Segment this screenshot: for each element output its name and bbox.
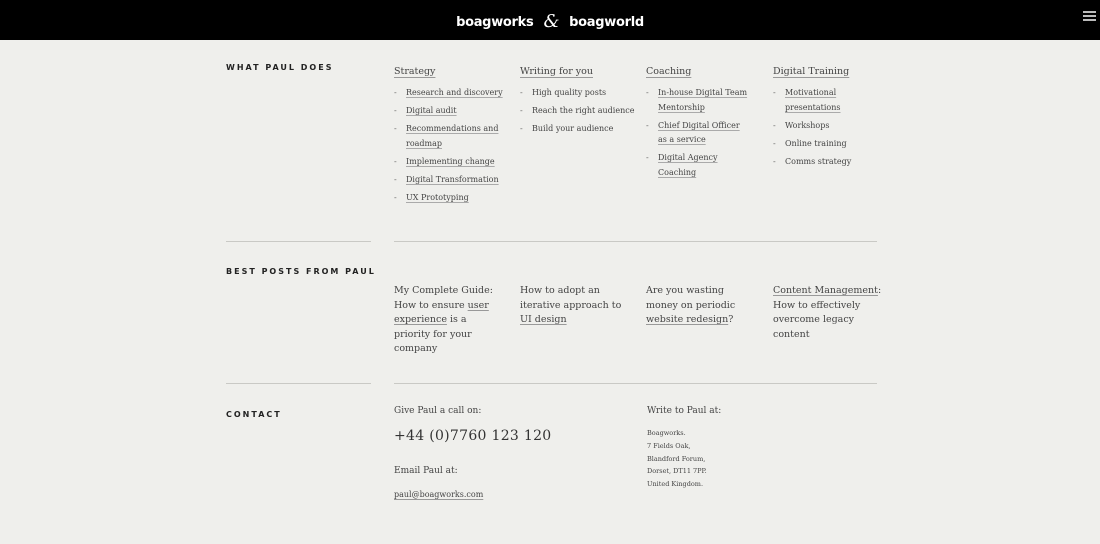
service-column-strategy: Strategy Research and discovery Digital … [394,59,514,209]
list-item: Reach the right audience [520,104,640,119]
logo-boagworld[interactable]: boagworld [569,15,644,30]
logo-boagworks[interactable]: boagworks [456,15,534,30]
service-column-coaching: Coaching In-house Digital Team Mentorshi… [646,59,766,184]
address-line: Dorset, DT11 7PP. [647,467,707,476]
section-label-contact: CONTACT [226,410,282,419]
post-link[interactable]: Are you wasting money on periodic websit… [646,284,756,328]
list-item[interactable]: Motivational presentations [773,86,853,115]
column-title-strategy[interactable]: Strategy [394,66,435,77]
list-item[interactable]: Chief Digital Officer as a service [646,119,751,148]
postal-address: Boagworks. 7 Fields Oak, Blandford Forum… [647,427,707,491]
post-link[interactable]: My Complete Guide: How to ensure user ex… [394,284,504,357]
section-label-best-posts: BEST POSTS FROM PAUL [226,267,376,276]
section-divider [226,383,371,384]
site-logo[interactable]: boagworks & boagworld [0,10,1100,32]
service-column-training: Digital Training Motivational presentati… [773,59,893,173]
coaching-list: In-house Digital Team Mentorship Chief D… [646,86,766,180]
strategy-list: Research and discovery Digital audit Rec… [394,86,514,205]
logo-ampersand: & [543,11,560,32]
section-divider [394,383,877,384]
post-link[interactable]: How to adopt an iterative approach to UI… [520,284,628,328]
address-line: Blandford Forum, [647,454,706,463]
list-item[interactable]: In-house Digital Team Mentorship [646,86,751,115]
call-label: Give Paul a call on: [394,406,482,416]
list-item[interactable]: Research and discovery [394,86,514,101]
email-label: Email Paul at: [394,466,458,476]
column-title-writing[interactable]: Writing for you [520,66,593,77]
list-item[interactable]: UX Prototyping [394,191,514,206]
writing-list: High quality posts Reach the right audie… [520,86,640,137]
list-item[interactable]: Digital audit [394,104,514,119]
hamburger-menu-icon[interactable] [1083,11,1096,24]
address-line: Boagworks. [647,429,686,437]
column-title-coaching[interactable]: Coaching [646,66,691,77]
training-list: Motivational presentations Workshops Onl… [773,86,893,169]
section-divider [394,241,877,242]
list-item: High quality posts [520,86,640,101]
list-item[interactable]: Implementing change [394,155,514,170]
column-title-training[interactable]: Digital Training [773,66,849,77]
section-divider [226,241,371,242]
address-line: 7 Fields Oak, [647,441,691,450]
address-line: United Kingdom. [647,480,704,489]
list-item[interactable]: Digital Transformation [394,173,514,188]
top-bar: boagworks & boagworld [0,0,1100,40]
section-label-what-paul-does: WHAT PAUL DOES [226,63,334,72]
list-item: Workshops [773,119,893,134]
email-link[interactable]: paul@boagworks.com [394,490,483,499]
service-column-writing: Writing for you High quality posts Reach… [520,59,640,140]
list-item: Comms strategy [773,155,893,170]
post-link[interactable]: Content Management: How to effectively o… [773,284,888,342]
list-item: Build your audience [520,122,640,137]
write-label: Write to Paul at: [647,406,722,416]
phone-number[interactable]: +44 (0)7760 123 120 [394,428,552,444]
list-item: Online training [773,137,893,152]
list-item[interactable]: Digital Agency Coaching [646,151,756,180]
list-item[interactable]: Recommendations and roadmap [394,122,499,151]
